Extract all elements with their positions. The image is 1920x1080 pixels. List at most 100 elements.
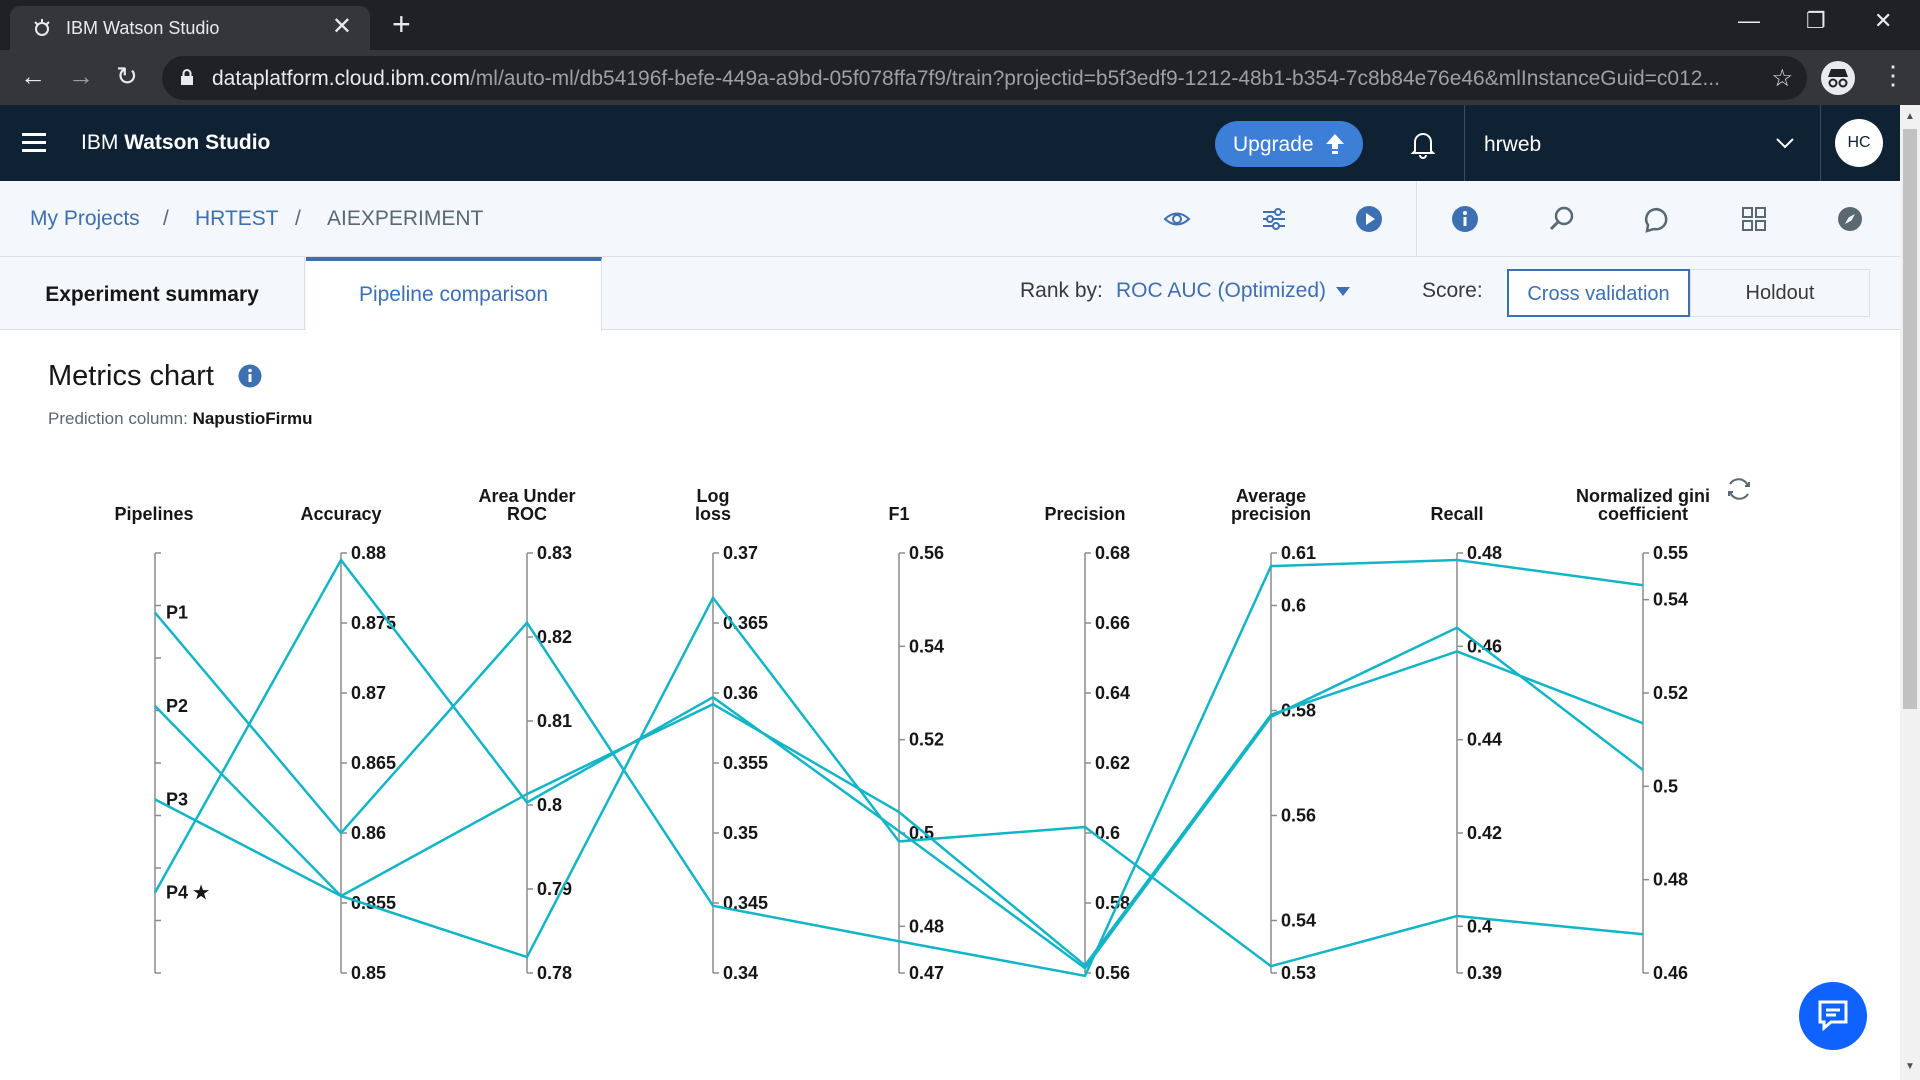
notifications-bell-icon[interactable] (1408, 129, 1438, 159)
pipeline-tabs-row: Experiment summary Pipeline comparison R… (0, 257, 1900, 331)
compass-icon[interactable] (1836, 205, 1864, 233)
avatar[interactable]: HC (1835, 119, 1883, 167)
comments-icon[interactable] (1644, 205, 1672, 233)
tab-pipeline-comparison[interactable]: Pipeline comparison (306, 257, 602, 331)
metrics-parallel-coordinates-chart: PipelinesP1P2P3P4 ★Accuracy0.880.8750.87… (114, 486, 1710, 983)
metric-axis-title: Average (1236, 486, 1306, 506)
metric-axis-title: Precision (1044, 504, 1125, 524)
metric-tick-label: 0.54 (1653, 590, 1688, 610)
pipelines-axis-title: Pipelines (114, 504, 193, 524)
chevron-down-icon[interactable] (1776, 137, 1794, 149)
rank-by-dropdown[interactable]: ROC AUC (Optimized) (1116, 279, 1326, 303)
minimize-icon[interactable]: — (1738, 8, 1760, 34)
breadcrumb-my-projects[interactable]: My Projects (30, 207, 140, 231)
metric-tick-label: 0.61 (1281, 543, 1316, 563)
metric-axis-title: Normalized gini (1576, 486, 1710, 506)
account-name[interactable]: hrweb (1484, 133, 1541, 157)
scroll-up-icon[interactable]: ▲ (1905, 111, 1915, 122)
close-window-icon[interactable]: ✕ (1874, 8, 1892, 34)
scrollbar-thumb[interactable] (1903, 129, 1917, 709)
eye-icon[interactable] (1163, 205, 1191, 233)
metric-axis-title: Log (697, 486, 730, 506)
upgrade-label: Upgrade (1233, 133, 1314, 156)
close-tab-icon[interactable]: ✕ (332, 15, 352, 39)
metric-tick-label: 0.36 (723, 683, 758, 703)
incognito-profile-icon[interactable] (1821, 61, 1855, 95)
metric-tick-label: 0.47 (909, 963, 944, 983)
caret-down-icon[interactable] (1336, 287, 1350, 296)
forward-icon[interactable]: → (68, 62, 94, 90)
restore-icon[interactable]: ❐ (1806, 8, 1826, 34)
metric-axis-title: Recall (1430, 504, 1483, 524)
metric-tick-label: 0.8 (537, 795, 562, 815)
metric-tick-label: 0.86 (351, 823, 386, 843)
metric-tick-label: 0.39 (1467, 963, 1502, 983)
score-label: Score: (1422, 279, 1483, 302)
metric-tick-label: 0.42 (1467, 823, 1502, 843)
metric-tick-label: 0.5 (1653, 776, 1678, 796)
brand-title[interactable]: IBM Watson Studio (81, 131, 270, 155)
metric-axis-title: coefficient (1598, 504, 1688, 524)
breadcrumb-experiment: AIEXPERIMENT (327, 207, 484, 230)
metric-tick-label: 0.56 (1281, 806, 1316, 826)
apps-grid-icon[interactable] (1740, 205, 1768, 233)
metric-tick-label: 0.66 (1095, 613, 1130, 633)
tab-experiment-summary[interactable]: Experiment summary (0, 257, 305, 330)
metric-axis-title: ROC (507, 504, 547, 524)
breadcrumb: My Projects / HRTEST / AIEXPERIMENT (0, 181, 1900, 257)
metric-tick-label: 0.855 (351, 893, 396, 913)
metric-axis-title: Area Under (478, 486, 575, 506)
rank-by-label: Rank by: (1020, 279, 1103, 302)
address-bar[interactable]: dataplatform.cloud.ibm.com/ml/auto-ml/db… (162, 56, 1807, 100)
hamburger-menu-icon[interactable] (22, 133, 46, 153)
metric-axis-title: Accuracy (300, 504, 381, 524)
info-icon[interactable] (238, 364, 262, 388)
metric-tick-label: 0.37 (723, 543, 758, 563)
pipeline-label: P4 ★ (166, 883, 210, 903)
metric-tick-label: 0.44 (1467, 730, 1502, 750)
bookmark-star-icon[interactable]: ☆ (1771, 64, 1793, 93)
app-header: IBM Watson Studio Upgrade hrweb HC (0, 105, 1900, 181)
metric-tick-label: 0.35 (723, 823, 758, 843)
back-icon[interactable]: ← (20, 62, 46, 90)
run-play-icon[interactable] (1355, 205, 1383, 233)
score-cross-validation-button[interactable]: Cross validation (1507, 269, 1690, 317)
metric-axis-title: F1 (888, 504, 909, 524)
browser-menu-icon[interactable]: ⋮ (1880, 60, 1906, 90)
metric-tick-label: 0.52 (1653, 683, 1688, 703)
search-assets-icon[interactable] (1548, 205, 1576, 233)
reload-icon[interactable]: ↻ (116, 62, 138, 90)
upgrade-button[interactable]: Upgrade (1215, 121, 1363, 167)
browser-tab[interactable]: IBM Watson Studio ✕ (10, 6, 370, 50)
new-tab-icon[interactable]: + (392, 8, 411, 40)
metric-tick-label: 0.34 (723, 963, 758, 983)
lock-icon (181, 69, 193, 85)
toolbar-divider (1416, 181, 1417, 257)
metric-tick-label: 0.52 (909, 730, 944, 750)
scroll-down-icon[interactable]: ▼ (1905, 1061, 1915, 1072)
breadcrumb-separator: / (295, 207, 301, 230)
chat-support-button[interactable] (1799, 982, 1867, 1050)
metric-tick-label: 0.48 (1653, 870, 1688, 890)
metric-tick-label: 0.355 (723, 753, 768, 773)
metric-tick-label: 0.88 (351, 543, 386, 563)
pipeline-label: P2 (166, 696, 188, 716)
page-scrollbar[interactable]: ▲ ▼ (1900, 105, 1920, 1080)
metric-tick-label: 0.87 (351, 683, 386, 703)
metric-tick-label: 0.6 (1281, 596, 1306, 616)
browser-tabstrip: IBM Watson Studio ✕ + — ❐ ✕ (0, 0, 1920, 50)
metric-tick-label: 0.56 (1095, 963, 1130, 983)
metric-tick-label: 0.55 (1653, 543, 1688, 563)
metric-tick-label: 0.81 (537, 711, 572, 731)
settings-sliders-icon[interactable] (1260, 205, 1288, 233)
metric-axis-title: loss (695, 504, 731, 524)
info-icon[interactable] (1451, 205, 1479, 233)
score-holdout-button[interactable]: Holdout (1690, 269, 1870, 317)
header-divider (1464, 105, 1465, 181)
metric-axis-title: precision (1231, 504, 1311, 524)
upload-arrow-icon (1326, 134, 1344, 154)
breadcrumb-project[interactable]: HRTEST (195, 207, 279, 231)
browser-toolbar: ← → ↻ dataplatform.cloud.ibm.com/ml/auto… (0, 50, 1920, 105)
metric-tick-label: 0.68 (1095, 543, 1130, 563)
chat-bubble-icon (1818, 1000, 1848, 1032)
